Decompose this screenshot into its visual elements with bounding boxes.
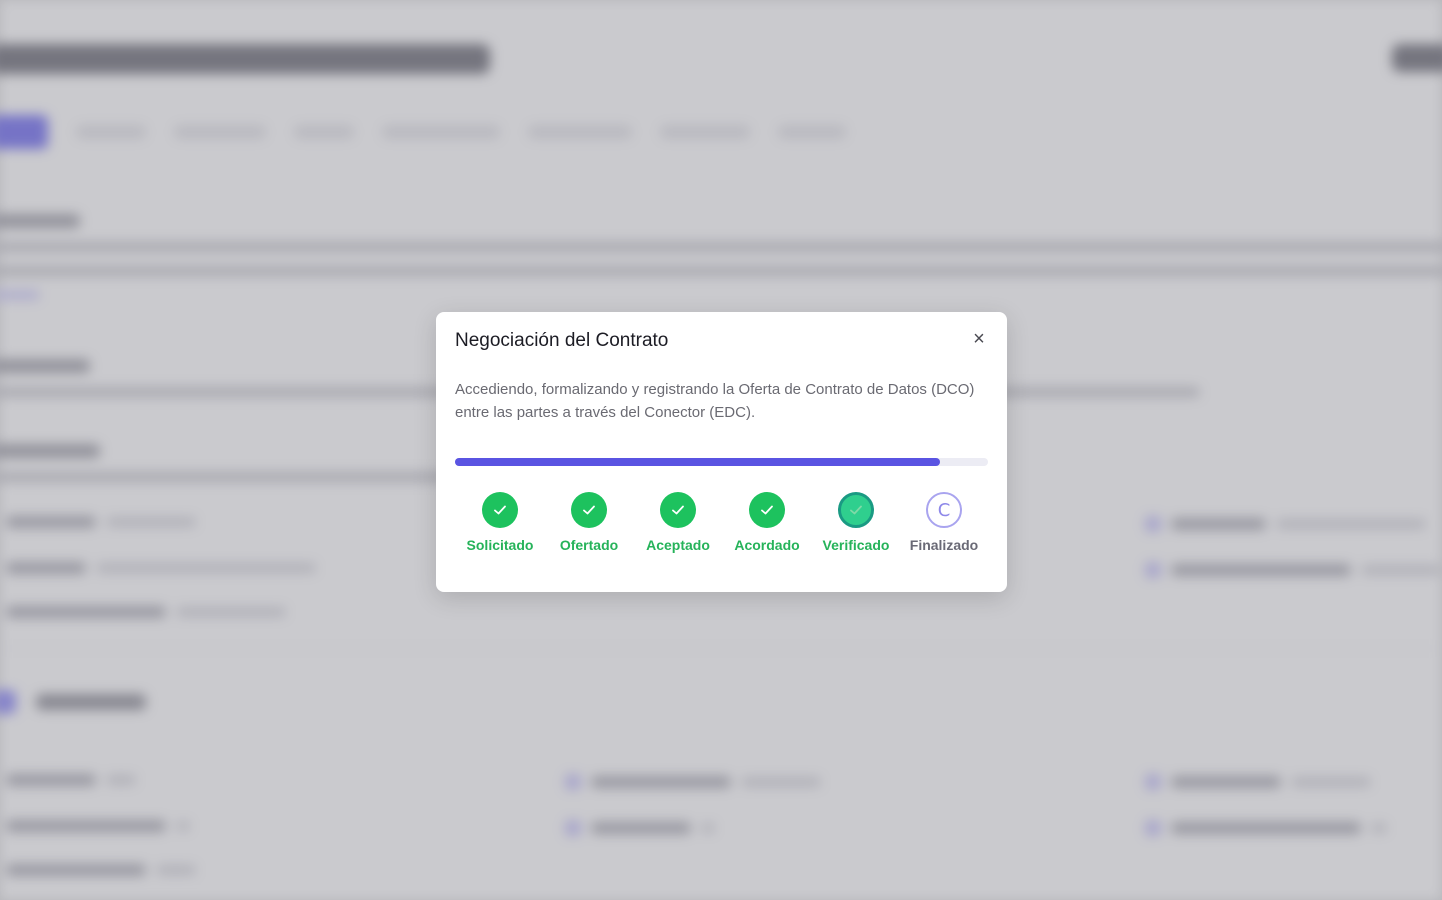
check-icon	[660, 492, 696, 528]
close-icon[interactable]: ×	[970, 329, 988, 349]
contract-negotiation-modal: Negociación del Contrato × Accediendo, f…	[436, 312, 1007, 592]
step-label: Solicitado	[466, 537, 534, 553]
check-icon	[482, 492, 518, 528]
step-pending: C Finalizado	[899, 492, 989, 553]
step-label: Finalizado	[909, 537, 979, 553]
step-label: Ofertado	[559, 537, 619, 553]
check-icon	[571, 492, 607, 528]
pending-step-icon: C	[926, 492, 962, 528]
stepper: Solicitado Ofertado Aceptado Acordado Verifi…	[455, 492, 995, 562]
progress-bar	[455, 458, 988, 466]
step-label: Acordado	[734, 537, 800, 553]
step-done: Acordado	[722, 492, 812, 553]
modal-description: Accediendo, formalizando y registrando l…	[455, 381, 975, 421]
step-label: Aceptado	[646, 537, 710, 553]
step-done: Aceptado	[633, 492, 723, 553]
progress-bar-fill	[455, 458, 941, 466]
step-done: Solicitado	[455, 492, 545, 553]
check-icon	[749, 492, 785, 528]
step-done: Ofertado	[544, 492, 634, 553]
check-icon	[838, 492, 874, 528]
step-active: Verificado	[811, 492, 901, 553]
step-label: Verificado	[822, 537, 890, 553]
modal-title: Negociación del Contrato	[455, 330, 669, 351]
